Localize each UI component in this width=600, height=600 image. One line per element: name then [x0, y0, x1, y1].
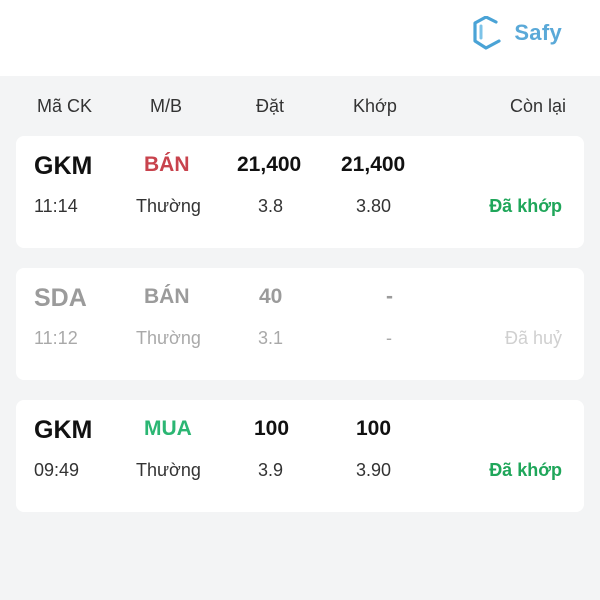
- order-matched-qty: 100: [356, 417, 392, 440]
- column-header: Mã CK M/B Đặt Khớp Còn lại: [0, 76, 600, 136]
- order-card[interactable]: GKM BÁN 21,400 21,400 11:14 Thường 3.8 3…: [16, 136, 584, 248]
- order-type: Thường: [136, 460, 201, 480]
- col-remaining: Còn lại: [509, 96, 566, 116]
- order-symbol: GKM: [34, 416, 93, 444]
- order-side: BÁN: [144, 285, 190, 308]
- order-qty: 40: [259, 285, 283, 308]
- col-side: M/B: [150, 96, 183, 116]
- col-symbol: Mã CK: [37, 96, 93, 116]
- top-bar: Safy: [0, 0, 600, 76]
- safy-logo-icon: [472, 16, 502, 50]
- brand: Safy: [472, 16, 562, 50]
- col-matched: Khớp: [353, 96, 397, 116]
- brand-name: Safy: [514, 20, 562, 45]
- order-card[interactable]: GKM MUA 100 100 09:49 Thường 3.9 3.90 Đã…: [16, 400, 584, 512]
- order-type: Thường: [136, 196, 201, 216]
- order-time: 11:14: [34, 196, 78, 216]
- order-price: 3.8: [258, 196, 284, 216]
- order-time: 11:12: [34, 328, 78, 348]
- order-side: MUA: [144, 417, 192, 440]
- order-card[interactable]: SDA BÁN 40 - 11:12 Thường 3.1 - Đã huỷ: [16, 268, 584, 380]
- order-time: 09:49: [34, 460, 80, 480]
- order-matched-qty: 21,400: [341, 153, 406, 176]
- order-status: Đã khớp: [489, 196, 562, 216]
- order-price: 3.9: [258, 460, 284, 480]
- order-matched-price: -: [386, 328, 392, 348]
- order-symbol: GKM: [34, 152, 93, 180]
- order-symbol: SDA: [34, 284, 87, 312]
- order-matched-price: 3.90: [356, 460, 392, 480]
- order-qty: 100: [254, 417, 290, 440]
- order-matched-qty: -: [386, 285, 393, 308]
- order-qty: 21,400: [237, 153, 302, 176]
- order-matched-price: 3.80: [356, 196, 392, 216]
- order-price: 3.1: [258, 328, 284, 348]
- order-side: BÁN: [144, 153, 190, 176]
- order-list-panel: Mã CK M/B Đặt Khớp Còn lại GKM BÁN 21,40…: [0, 76, 600, 600]
- order-type: Thường: [136, 328, 201, 348]
- order-status: Đã khớp: [489, 460, 562, 480]
- order-status: Đã huỷ: [504, 328, 562, 348]
- col-order-qty: Đặt: [256, 96, 285, 116]
